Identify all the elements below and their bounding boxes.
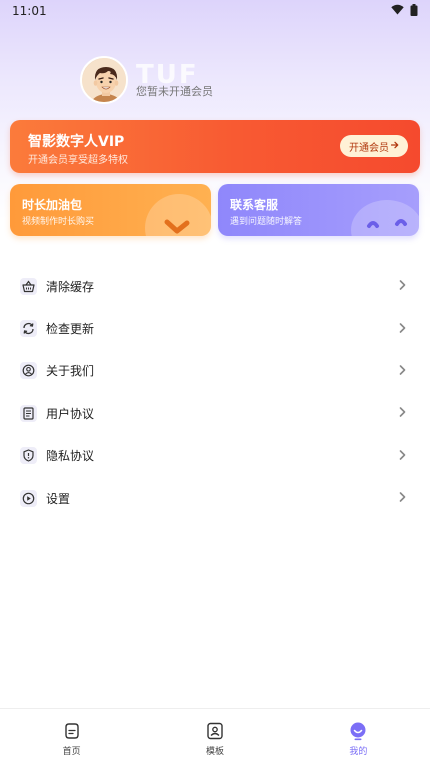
tab-template[interactable]: 模板 — [143, 709, 286, 766]
menu-item-about-us[interactable]: 关于我们 — [0, 350, 430, 392]
menu-label: 清除缓存 — [46, 279, 95, 294]
tab-home[interactable]: 首页 — [0, 709, 143, 766]
vip-title: 智影数字人VIP — [28, 134, 125, 150]
document-icon — [20, 404, 37, 422]
duration-pack-subtitle: 视频制作时长购买 — [22, 217, 95, 227]
refresh-icon — [20, 320, 37, 338]
bottom-tab-bar: 首页 模板 我的 — [0, 708, 430, 766]
vip-subtitle: 开通会员享受超多特权 — [28, 155, 128, 166]
tab-label: 我的 — [349, 747, 368, 757]
tab-mine[interactable]: 我的 — [287, 709, 430, 766]
chat-face-decoration-icon — [347, 192, 419, 236]
menu-label: 隐私协议 — [46, 449, 95, 464]
avatar[interactable] — [80, 56, 128, 104]
vip-banner[interactable]: 智影数字人VIP 开通会员享受超多特权 开通会员 — [10, 120, 420, 173]
open-membership-button[interactable]: 开通会员 — [340, 135, 408, 157]
customer-service-card[interactable]: 联系客服 遇到问题随时解答 — [218, 184, 419, 236]
chevron-right-icon — [399, 405, 406, 421]
tab-label: 首页 — [62, 747, 81, 757]
template-icon — [205, 721, 225, 741]
menu-label: 检查更新 — [46, 322, 95, 337]
arrow-right-icon — [390, 141, 399, 152]
menu-label: 关于我们 — [46, 364, 95, 379]
chevron-right-icon — [399, 363, 406, 379]
profile-page: 11:01 TUF 您暂未开通会员 智影数字人VIP 开通会员享受超多特权 开通… — [0, 0, 430, 766]
customer-service-subtitle: 遇到问题随时解答 — [230, 217, 303, 227]
chevron-right-icon — [399, 278, 406, 294]
tab-label: 模板 — [205, 747, 224, 757]
menu-item-check-update[interactable]: 检查更新 — [0, 307, 430, 349]
settings-menu: 清除缓存 检查更新 关于我们 用户协议 隐私协议 设置 — [0, 265, 430, 519]
duration-pack-card[interactable]: 时长加油包 视频制作时长购买 — [10, 184, 211, 236]
chevron-right-icon — [399, 448, 406, 464]
chevron-right-icon — [399, 490, 406, 506]
menu-item-settings[interactable]: 设置 — [0, 477, 430, 519]
profile-section: TUF 您暂未开通会员 — [80, 56, 213, 104]
basket-icon — [20, 277, 37, 295]
duration-pack-title: 时长加油包 — [22, 198, 83, 212]
user-circle-icon — [20, 362, 37, 380]
status-bar: 11:01 — [0, 0, 430, 22]
battery-icon — [410, 3, 418, 19]
wifi-icon — [391, 4, 404, 18]
menu-label: 用户协议 — [46, 406, 95, 421]
home-icon — [62, 721, 82, 741]
clock-decoration-icon — [139, 192, 211, 236]
chevron-right-icon — [399, 321, 406, 337]
status-time: 11:01 — [12, 4, 47, 18]
profile-face-icon — [348, 721, 368, 741]
settings-icon — [20, 489, 37, 507]
open-membership-label: 开通会员 — [349, 142, 389, 154]
menu-item-privacy-agreement[interactable]: 隐私协议 — [0, 435, 430, 477]
customer-service-title: 联系客服 — [230, 198, 279, 212]
shield-icon — [20, 447, 37, 465]
status-icons — [391, 3, 418, 19]
menu-item-user-agreement[interactable]: 用户协议 — [0, 392, 430, 434]
profile-text: TUF 您暂未开通会员 — [136, 56, 336, 104]
membership-status: 您暂未开通会员 — [136, 85, 213, 98]
menu-item-clear-cache[interactable]: 清除缓存 — [0, 265, 430, 307]
menu-label: 设置 — [46, 491, 71, 506]
